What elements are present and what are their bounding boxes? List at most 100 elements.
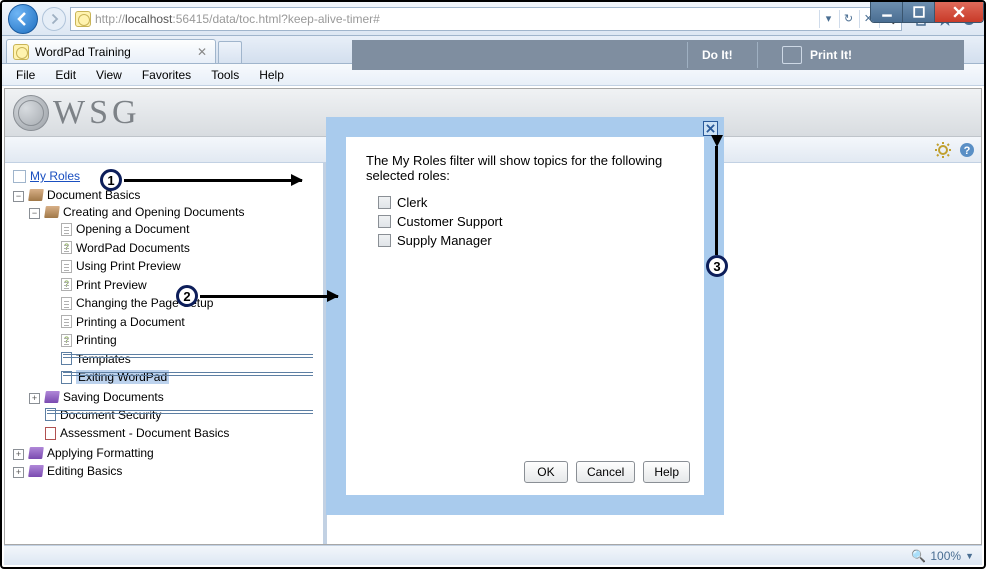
expander-icon[interactable]: + (29, 393, 40, 404)
tab-close-icon[interactable]: ✕ (195, 45, 209, 59)
tab-do-it[interactable]: Do It! (702, 48, 733, 62)
expander-icon[interactable]: − (13, 191, 24, 202)
refresh-icon[interactable]: ↻ (839, 10, 857, 28)
expander-icon[interactable]: + (13, 467, 24, 478)
window-minimize-button[interactable] (871, 2, 903, 22)
modal-content: The My Roles filter will show topics for… (346, 137, 704, 495)
tree-node-editing[interactable]: Editing Basics (29, 464, 122, 478)
tree-leaf[interactable]: Printing (61, 333, 117, 347)
ie-window: http://localhost:56415/data/toc.html?kee… (0, 0, 986, 569)
dropdown-icon[interactable]: ▾ (819, 10, 837, 28)
mainframe-tabs: Do It! Print It! (352, 40, 964, 70)
role-row: Clerk (366, 193, 684, 212)
tree-label: Saving Documents (63, 390, 164, 404)
help-button[interactable]: Help (643, 461, 690, 483)
toc-tree: − Document Basics − Creating and Opening… (13, 187, 315, 481)
wsg-logo: WSG (13, 94, 141, 132)
status-bar: 🔍 100% ▼ (4, 545, 982, 565)
menu-edit[interactable]: Edit (45, 66, 86, 84)
callout-2-arrow (200, 295, 338, 298)
nav-back-button[interactable] (8, 4, 38, 34)
tree-leaf[interactable]: Using Print Preview (61, 259, 181, 273)
my-roles-link[interactable]: My Roles (30, 169, 80, 183)
browser-tab[interactable]: WordPad Training ✕ (6, 39, 216, 63)
tree-node-formatting[interactable]: Applying Formatting (29, 446, 154, 460)
tree-leaf[interactable]: Templates (61, 352, 131, 366)
tab-label: Print It! (810, 48, 852, 62)
window-close-button[interactable] (935, 2, 983, 22)
tree-label: Creating and Opening Documents (63, 205, 244, 219)
tree-leaf[interactable]: Document Security (45, 408, 161, 422)
zoom-dropdown-icon[interactable]: ▼ (965, 551, 974, 561)
page-q-icon (61, 278, 72, 291)
role-label: Supply Manager (397, 233, 492, 248)
sheet-icon (45, 408, 56, 421)
settings-gear-icon[interactable] (935, 142, 951, 158)
tree-label: Document Basics (47, 188, 140, 202)
window-controls (870, 2, 984, 23)
cancel-button[interactable]: Cancel (576, 461, 635, 483)
tree-leaf[interactable]: Printing a Document (61, 315, 185, 329)
nav-forward-button[interactable] (42, 7, 66, 31)
menu-help[interactable]: Help (249, 66, 294, 84)
tree-leaf-selected[interactable]: Exiting WordPad (61, 370, 169, 384)
my-roles-checkbox[interactable] (13, 170, 26, 183)
tree-label: Using Print Preview (76, 259, 181, 273)
page-q-icon (61, 334, 72, 347)
tree-leaf[interactable]: Assessment - Document Basics (45, 426, 229, 440)
role-checkbox-customer-support[interactable] (378, 215, 391, 228)
menu-favorites[interactable]: Favorites (132, 66, 201, 84)
zoom-icon[interactable]: 🔍 (911, 549, 926, 563)
roles-list: Clerk Customer Support Supply Manager (366, 193, 684, 250)
globe-icon (13, 95, 49, 131)
tree-label: Printing a Document (76, 315, 185, 329)
print-icon (782, 46, 802, 64)
book-icon (44, 206, 60, 218)
tree-leaf[interactable]: WordPad Documents (61, 241, 190, 255)
page-q-icon (61, 241, 72, 254)
sidebar: My Roles − Document Basics − Creating an… (5, 163, 327, 544)
logo-text: WSG (53, 94, 141, 132)
page-icon (61, 315, 72, 328)
address-bar[interactable]: http://localhost:56415/data/toc.html?kee… (70, 7, 902, 31)
tree-label: Assessment - Document Basics (60, 426, 229, 440)
modal-close-button[interactable] (703, 121, 718, 136)
ie-toolbar: http://localhost:56415/data/toc.html?kee… (2, 2, 984, 36)
role-label: Customer Support (397, 214, 503, 229)
ok-button[interactable]: OK (524, 461, 568, 483)
menu-view[interactable]: View (86, 66, 132, 84)
book-icon (28, 447, 44, 459)
help-icon[interactable]: ? (959, 142, 975, 158)
url-text: http://localhost:56415/data/toc.html?kee… (95, 12, 380, 26)
tab-title: WordPad Training (35, 45, 131, 59)
callout-2: 2 (176, 285, 198, 307)
expander-icon[interactable]: + (13, 449, 24, 460)
tree-label: WordPad Documents (76, 241, 190, 255)
menu-file[interactable]: File (6, 66, 45, 84)
sheet-icon (61, 371, 72, 384)
new-tab-button[interactable] (218, 41, 242, 63)
tree-node-document-basics[interactable]: Document Basics (29, 188, 140, 202)
zoom-value: 100% (930, 549, 961, 563)
window-maximize-button[interactable] (903, 2, 935, 22)
svg-text:?: ? (964, 145, 971, 157)
tree-leaf[interactable]: Opening a Document (61, 222, 189, 236)
role-checkbox-clerk[interactable] (378, 196, 391, 209)
menu-tools[interactable]: Tools (201, 66, 249, 84)
tree-label: Editing Basics (47, 464, 122, 478)
sheet-icon (61, 352, 72, 365)
role-row: Customer Support (366, 212, 684, 231)
assessment-icon (45, 427, 56, 440)
tree-node-saving[interactable]: Saving Documents (45, 390, 164, 404)
tree-leaf[interactable]: Print Preview (61, 278, 147, 292)
callout-3: 3 (706, 255, 728, 277)
tree-label: Applying Formatting (47, 446, 154, 460)
callout-1-arrow (124, 179, 302, 182)
tree-node-creating-opening[interactable]: Creating and Opening Documents (45, 205, 244, 219)
expander-icon[interactable]: − (29, 208, 40, 219)
tab-label: Do It! (702, 48, 733, 62)
book-icon (28, 189, 44, 201)
role-checkbox-supply-manager[interactable] (378, 234, 391, 247)
modal-button-row: OK Cancel Help (524, 461, 690, 483)
tab-print-it[interactable]: Print It! (782, 46, 852, 64)
